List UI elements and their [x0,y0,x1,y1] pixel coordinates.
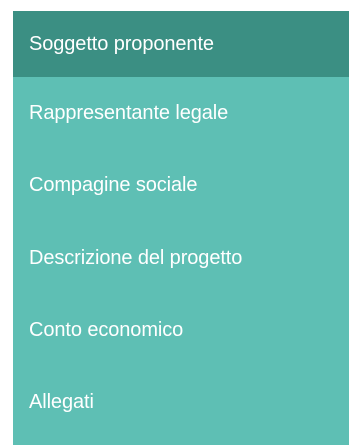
menu-item-label: Compagine sociale [29,174,198,197]
menu-item-label: Soggetto proponente [29,33,214,55]
menu-item-soggetto-proponente[interactable]: Soggetto proponente [13,11,349,77]
menu-item-label: Rappresentante legale [29,102,229,125]
menu-item-label: Descrizione del progetto [29,246,243,269]
menu-item-allegati[interactable]: Allegati [13,366,349,438]
menu-item-compagine-sociale[interactable]: Compagine sociale [13,149,349,221]
menu-item-label: Allegati [29,391,94,414]
menu-item-label: Conto economico [29,319,184,342]
menu-item-conto-economico[interactable]: Conto economico [13,294,349,366]
menu-item-rappresentante-legale[interactable]: Rappresentante legale [13,77,349,149]
side-menu: Soggetto proponente Rappresentante legal… [13,11,349,445]
menu-item-descrizione-del-progetto[interactable]: Descrizione del progetto [13,222,349,294]
